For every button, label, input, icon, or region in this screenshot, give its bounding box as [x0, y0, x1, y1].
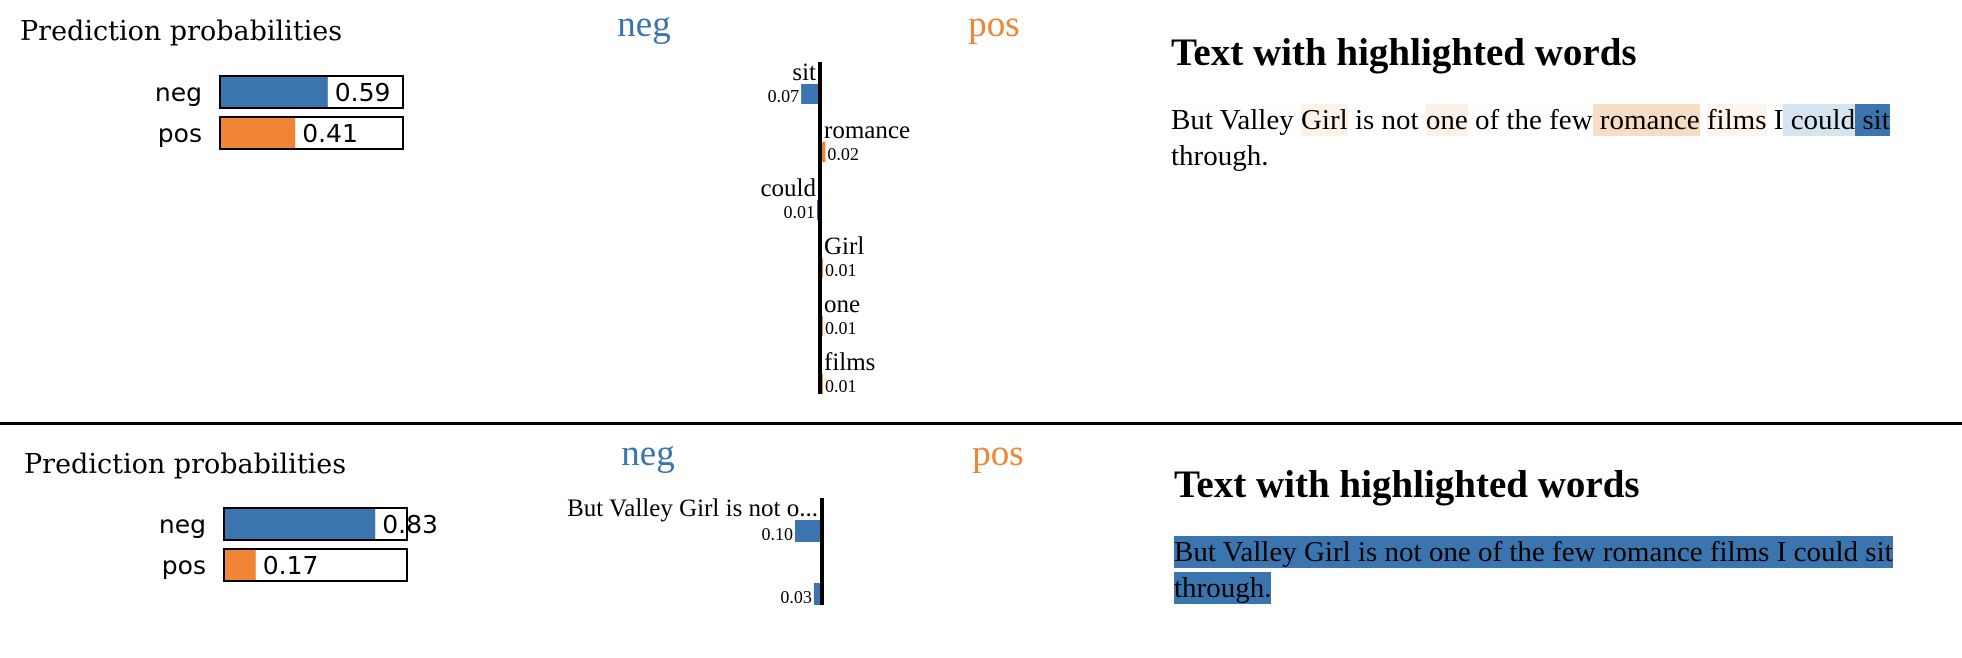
text-token: of the few [1474, 104, 1593, 136]
feature-name: Girl [824, 233, 864, 260]
proba-title: Prediction probabilities [24, 449, 347, 480]
explanation-panel-1: Prediction probabilities neg 0.59 pos 0.41 … [0, 0, 1962, 424]
feature-value: 0.03 [780, 587, 812, 607]
proba-class-label: neg [155, 78, 202, 107]
proba-class-label: neg [159, 510, 206, 539]
feature-name: romance [824, 117, 910, 144]
text-token: romance [1599, 104, 1700, 136]
feature-weights-chart: neg possit0.07romance0.02could0.01Girl0.0… [617, 4, 1019, 396]
feature-name: could [760, 175, 816, 202]
proba-value-label: 0.17 [263, 551, 319, 580]
highlighted-text: But Valley Girl is not one of the few ro… [1171, 102, 1961, 174]
proba-title: Prediction probabilities [20, 16, 343, 47]
proba-chart: neg 0.59 pos 0.41 [155, 75, 404, 150]
feature-name: sit [792, 59, 816, 86]
text-token: through. [1171, 140, 1269, 172]
feature-value: 0.01 [784, 202, 816, 222]
text-token: one [1425, 104, 1468, 136]
text-token [1592, 104, 1600, 136]
text-token: Girl [1300, 104, 1348, 136]
pos-header: pos [972, 433, 1023, 474]
feature-row: could0.01 [760, 175, 820, 222]
feature-name: But Valley Girl is not o... [567, 495, 818, 522]
feature-row: But Valley Girl is not o...0.10 [567, 495, 822, 544]
feature-name: one [824, 291, 860, 318]
text-panel: Text with highlighted words But Valley G… [1174, 462, 1962, 606]
proba-bar [221, 77, 328, 107]
highlighted-text: But Valley Girl is not one of the few ro… [1174, 534, 1962, 606]
proba-bar [225, 550, 256, 580]
proba-row-pos: pos 0.17 [162, 548, 408, 582]
text-token: sit [1855, 104, 1890, 136]
feature-value: 0.01 [825, 318, 857, 338]
proba-row-neg: neg 0.83 [159, 507, 438, 541]
pos-header: pos [968, 4, 1019, 45]
feature-bar [795, 520, 822, 542]
proba-value-label: 0.83 [382, 510, 438, 539]
text-panel: Text with highlighted words But Valley G… [1171, 30, 1961, 174]
proba-row-pos: pos 0.41 [158, 116, 404, 150]
text-title: Text with highlighted words [1171, 31, 1637, 74]
text-title: Text with highlighted words [1174, 463, 1640, 506]
text-token: But Valley Girl is not one of the few ro… [1174, 536, 1893, 604]
neg-header: neg [621, 433, 674, 474]
feature-value: 0.01 [825, 260, 857, 280]
text-token: is [1354, 104, 1375, 136]
proba-chart: neg 0.83 pos 0.17 [159, 507, 438, 582]
neg-header: neg [617, 4, 670, 45]
feature-row: 0.03 [780, 583, 822, 607]
panel-separator [0, 422, 1962, 425]
text-token: films [1706, 104, 1767, 136]
feature-row: Girl0.01 [820, 233, 864, 280]
proba-bar [225, 509, 376, 539]
proba-class-label: pos [162, 551, 206, 580]
feature-value: 0.01 [825, 376, 857, 396]
feature-row: romance0.02 [820, 117, 910, 164]
feature-name: films [824, 349, 875, 376]
text-token: not [1381, 104, 1419, 136]
proba-row-neg: neg 0.59 [155, 75, 404, 109]
feature-value: 0.02 [827, 144, 859, 164]
feature-row: sit0.07 [768, 59, 820, 106]
text-token: Valley [1219, 104, 1294, 136]
feature-value: 0.07 [768, 86, 800, 106]
feature-weights-chart: neg pos But Valley Girl is not o...0.10 0.0… [567, 433, 1024, 607]
text-token: could [1783, 104, 1856, 136]
feature-bar [801, 84, 820, 104]
feature-row: one0.01 [820, 291, 860, 338]
proba-value-label: 0.41 [302, 119, 358, 148]
feature-row: films0.01 [820, 349, 875, 396]
proba-value-label: 0.59 [335, 78, 391, 107]
explanation-panel-2: Prediction probabilities neg 0.83 pos 0.17 … [0, 426, 1962, 658]
text-token: I [1766, 104, 1784, 136]
text-token: But [1171, 104, 1213, 136]
proba-class-label: pos [158, 119, 202, 148]
proba-bar [221, 118, 296, 148]
feature-value: 0.10 [762, 524, 794, 544]
